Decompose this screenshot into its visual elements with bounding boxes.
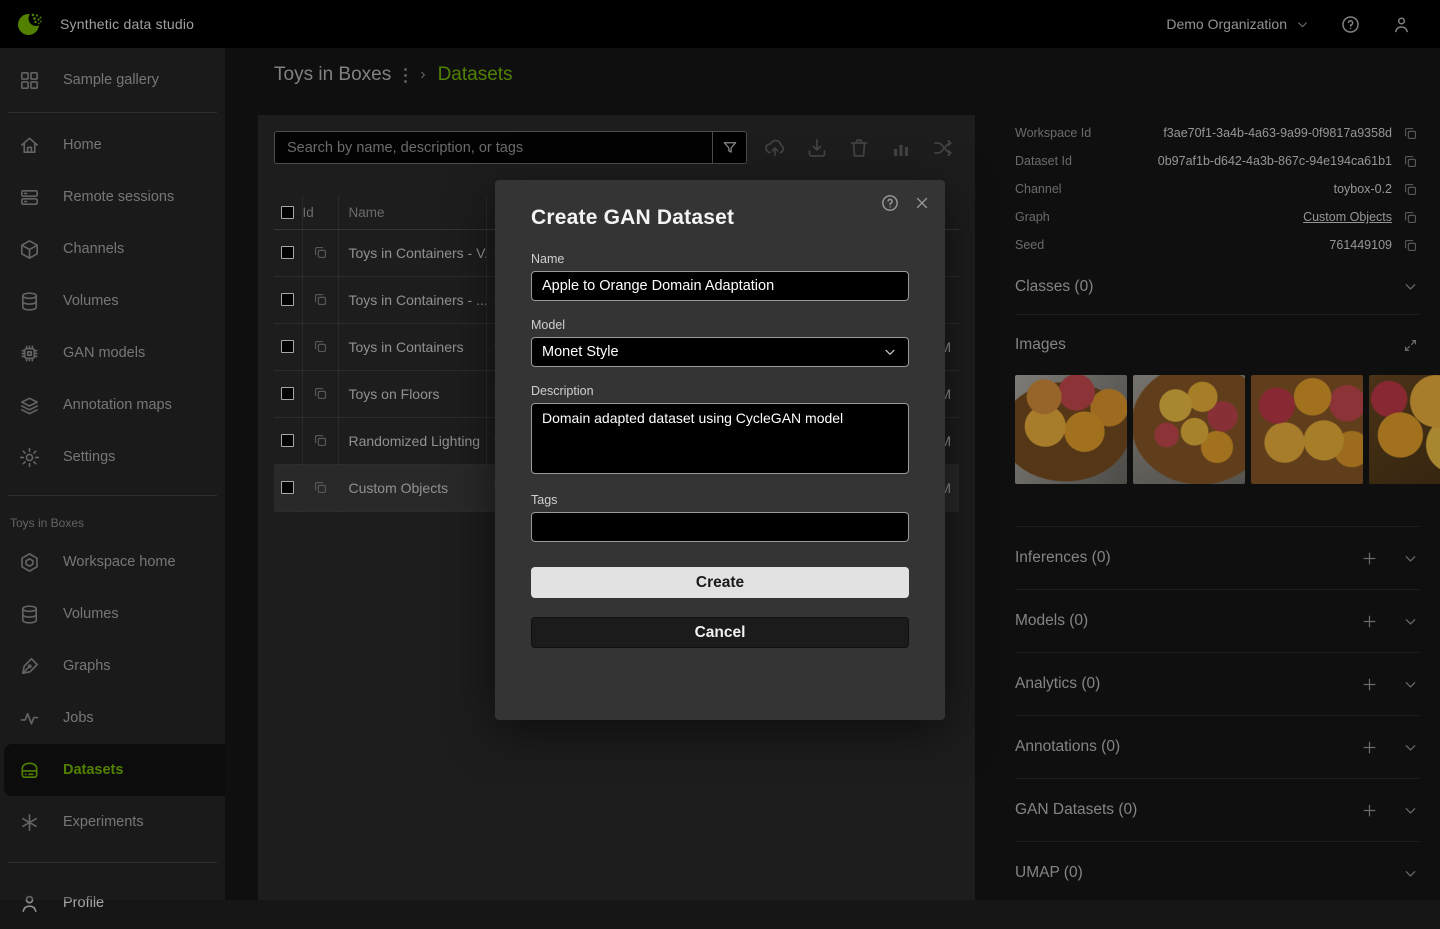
cancel-button[interactable]: Cancel (531, 617, 909, 648)
description-field[interactable]: Domain adapted dataset using CycleGAN mo… (531, 403, 909, 474)
tags-field[interactable] (531, 512, 909, 542)
create-button[interactable]: Create (531, 567, 909, 598)
model-select-value: Monet Style (542, 344, 619, 360)
create-gan-dataset-modal: Create GAN Dataset Name Model Monet Styl… (495, 180, 945, 720)
help-icon[interactable] (880, 193, 900, 213)
model-label: Model (531, 318, 909, 332)
modal-title: Create GAN Dataset (531, 206, 909, 230)
description-label: Description (531, 384, 909, 398)
name-label: Name (531, 252, 909, 266)
close-icon[interactable] (913, 194, 931, 212)
name-field[interactable] (531, 271, 909, 301)
chevron-down-icon (882, 344, 898, 360)
model-select[interactable]: Monet Style (531, 337, 909, 367)
tags-label: Tags (531, 493, 909, 507)
